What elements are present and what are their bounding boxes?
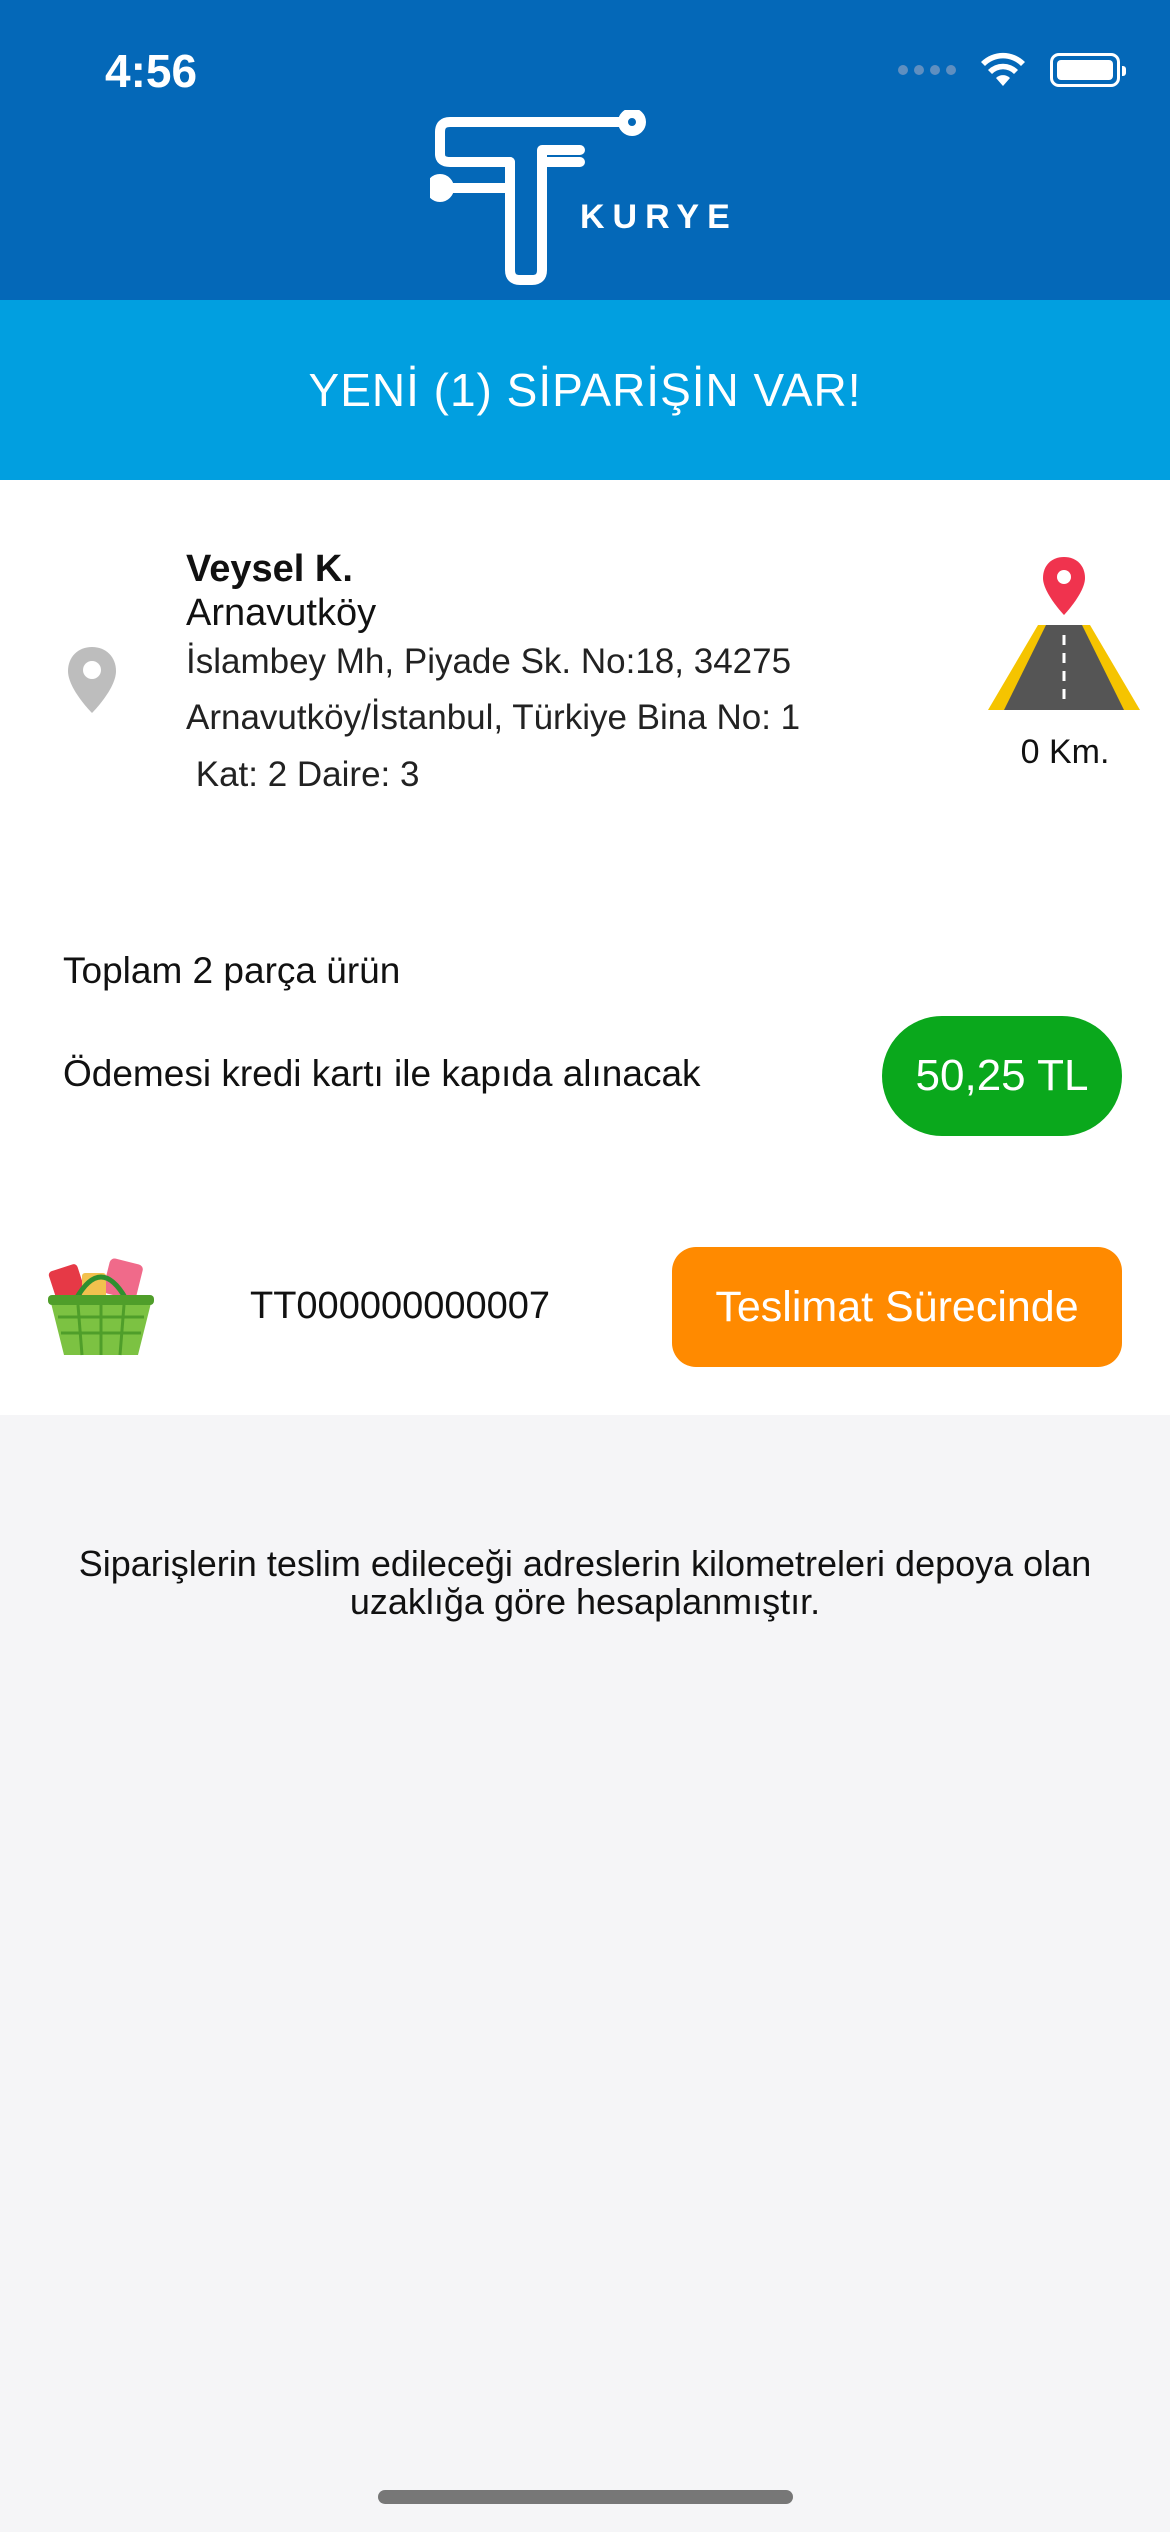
delivery-status-button[interactable]: Teslimat Sürecinde: [672, 1247, 1122, 1367]
home-indicator[interactable]: [378, 2490, 793, 2504]
app-header: 4:56 KURYE: [0, 0, 1170, 300]
status-icons: [898, 52, 1126, 88]
wifi-icon: [981, 52, 1025, 86]
location-pin-icon: [68, 647, 116, 713]
distance-label: 0 Km.: [1020, 733, 1110, 771]
new-order-banner: YENİ (1) SİPARİŞİN VAR!: [0, 300, 1170, 480]
status-time: 4:56: [105, 45, 198, 97]
customer-district: Arnavutköy: [186, 592, 377, 634]
banner-text: YENİ (1) SİPARİŞİN VAR!: [308, 364, 862, 416]
order-code: TT000000000007: [250, 1285, 551, 1327]
payment-info: Ödemesi kredi kartı ile kapıda alınacak: [63, 1053, 701, 1094]
basket-icon: [48, 1258, 154, 1356]
road-icon[interactable]: [988, 555, 1140, 710]
distance-footnote: Siparişlerin teslim edileceği adreslerin…: [78, 1543, 1092, 1622]
address-line: İslambey Mh, Piyade Sk. No:18, 34275: [186, 642, 792, 681]
battery-icon: [1050, 53, 1126, 87]
address-line: Arnavutköy/İstanbul, Türkiye Bina No: 1: [186, 698, 801, 737]
signal-icon: [898, 65, 956, 75]
customer-name: Veysel K.: [186, 548, 353, 590]
total-items: Toplam 2 parça ürün: [63, 950, 401, 991]
logo-text: KURYE: [580, 198, 738, 236]
address-line: Kat: 2 Daire: 3: [186, 755, 420, 794]
price-badge: 50,25 TL: [882, 1016, 1122, 1136]
